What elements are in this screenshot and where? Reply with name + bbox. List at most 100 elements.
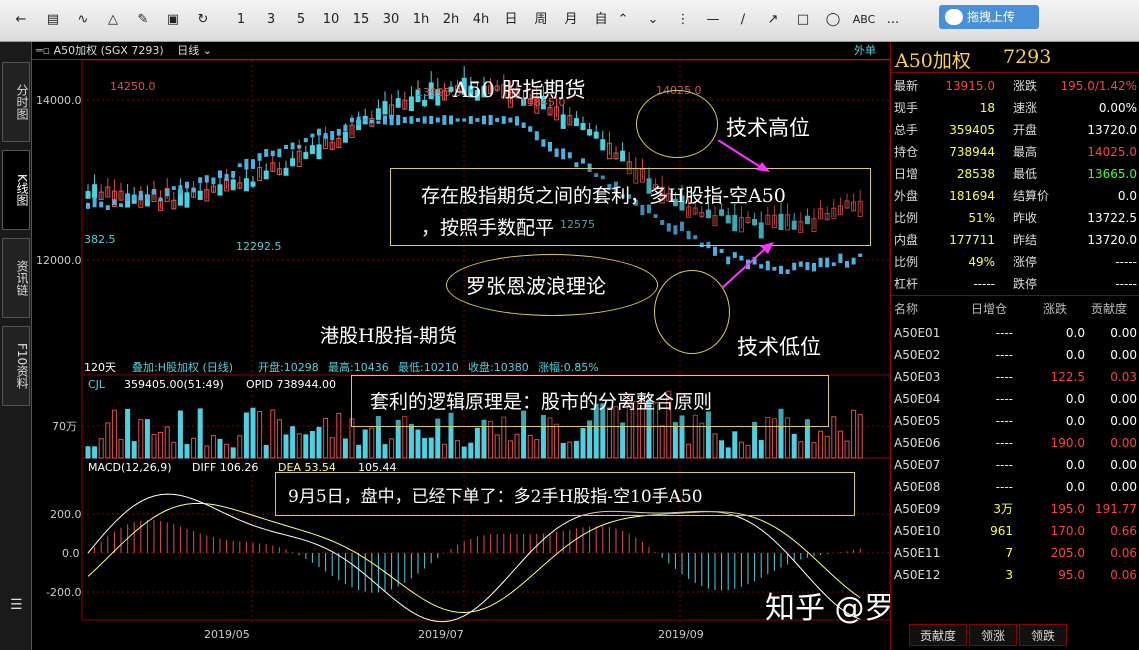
x-tick-label: 2019/05	[204, 628, 250, 641]
draw-icon[interactable]: ✎	[132, 8, 154, 32]
table-row[interactable]: A50E10 961 170.0 0.66	[891, 520, 1139, 542]
period-button-6[interactable]: 1h	[408, 8, 434, 32]
zoom-out-icon[interactable]: ⌄	[642, 8, 664, 32]
arrow-icon[interactable]: ↗	[762, 8, 784, 32]
quote-row: 内盘 177711 昨结 13720.0	[891, 229, 1139, 251]
contract-contrib: 0.03	[1110, 370, 1137, 384]
quote-value: 0.00%	[1098, 101, 1137, 115]
volume-bar	[92, 446, 98, 459]
quote-name: A50加权	[895, 50, 971, 72]
period-button-5[interactable]: 30	[378, 8, 404, 32]
candle	[408, 96, 414, 112]
table-row[interactable]: A50E05 ---- 0.0 0.00	[891, 410, 1139, 432]
candle	[303, 152, 309, 159]
table-row[interactable]: A50E01 ---- 0.0 0.00	[891, 322, 1139, 344]
more-icon[interactable]: ⋮	[672, 8, 694, 32]
save-icon[interactable]: ▣	[162, 8, 184, 32]
volume-bar	[672, 422, 678, 459]
period-button-4[interactable]: 15	[348, 8, 374, 32]
candlestick-icon[interactable]: △	[102, 8, 124, 32]
table-header[interactable]: 涨跌	[1043, 300, 1067, 317]
contract-chg: 0.0	[1065, 480, 1085, 494]
line-chart-icon[interactable]: ∿	[72, 8, 94, 32]
period-button-7[interactable]: 2h	[438, 8, 464, 32]
table-header[interactable]: 日增仓	[971, 300, 1007, 317]
rect-icon[interactable]: □	[792, 8, 814, 32]
table-row[interactable]: A50E03 ---- 122.5 0.03	[891, 366, 1139, 388]
contract-name: A50E12	[894, 568, 941, 582]
quote-row: 最新 13915.0 涨跌 195.0/1.42%	[891, 75, 1139, 97]
table-row[interactable]: A50E08 ---- 0.0 0.00	[891, 476, 1139, 498]
y-tick-label: 14000.0	[36, 94, 82, 107]
contract-contrib: 191.77	[1095, 502, 1137, 516]
period-select[interactable]: 日线 ⌄	[177, 44, 212, 57]
table-row[interactable]: A50E12 3 95.0 0.06	[891, 564, 1139, 586]
table-row[interactable]: A50E04 ---- 0.0 0.00	[891, 388, 1139, 410]
quote-row: 现手 18 速涨 0.00%	[891, 97, 1139, 119]
tab-news[interactable]: 资讯链	[2, 238, 30, 318]
candle	[197, 190, 203, 200]
volume-bar	[758, 440, 764, 459]
volume-bar	[844, 440, 850, 459]
overlay-candle	[567, 152, 572, 159]
table-row[interactable]: A50E07 ---- 0.0 0.00	[891, 454, 1139, 476]
volume-bar	[210, 435, 216, 459]
side-label[interactable]: 外单	[854, 42, 876, 60]
overlay-candle	[277, 148, 282, 158]
period-button-8[interactable]: 4h	[468, 8, 494, 32]
period-button-2[interactable]: 5	[288, 8, 314, 32]
contract-inc: ----	[995, 480, 1013, 494]
segment-icon[interactable]: ∕	[732, 8, 754, 32]
contract-inc: 961	[990, 524, 1013, 538]
tab-kline[interactable]: K线图	[2, 150, 30, 230]
table-header[interactable]: 贡献度	[1091, 300, 1127, 317]
contract-inc: ----	[995, 436, 1013, 450]
overlay-candle	[231, 171, 236, 178]
overlay-candle	[132, 194, 137, 201]
contract-inc: ----	[995, 370, 1013, 384]
list-menu-icon[interactable]: ☰	[10, 597, 23, 613]
quote-value: 51%	[968, 211, 995, 225]
bottom-tab[interactable]: 贡献度	[909, 624, 967, 646]
annotation-title: A50 股指期货	[453, 78, 586, 102]
opid-value: OPID 738944.00	[246, 378, 336, 391]
quote-value: 13720.0	[1087, 233, 1137, 247]
period-button-9[interactable]: 日	[498, 8, 524, 32]
refresh-icon[interactable]: ↻	[192, 8, 214, 32]
table-row[interactable]: A50E06 ---- 190.0 0.00	[891, 432, 1139, 454]
volume-bar	[725, 447, 731, 459]
period-button-12[interactable]: 自	[588, 8, 614, 32]
period-button-3[interactable]: 10	[318, 8, 344, 32]
menu-icon[interactable]: ...	[882, 8, 904, 32]
zoom-in-icon[interactable]: ⌃	[612, 8, 634, 32]
back-arrow-icon[interactable]: ←	[10, 8, 32, 32]
overlay-candle	[462, 118, 467, 122]
text-tool-button[interactable]: ABC	[850, 8, 878, 32]
list-icon[interactable]: ▤	[42, 8, 64, 32]
h-line-icon[interactable]: —	[702, 8, 724, 32]
table-row[interactable]: A50E02 ---- 0.0 0.00	[891, 344, 1139, 366]
tab-timeshare[interactable]: 分时图	[2, 62, 30, 142]
peak-label: 14250.0	[110, 80, 156, 93]
contract-chg: 0.0	[1065, 348, 1085, 362]
volume-bar	[514, 433, 520, 459]
bottom-tab[interactable]: 领跌	[1019, 624, 1067, 646]
candle	[184, 192, 190, 208]
tab-f10[interactable]: F10资料	[2, 326, 30, 406]
bottom-tab[interactable]: 领涨	[969, 624, 1017, 646]
volume-bar	[342, 438, 348, 459]
table-row[interactable]: A50E09 3万 195.0 191.77	[891, 498, 1139, 520]
upload-button[interactable]: 拖拽上传	[939, 5, 1039, 29]
volume-bar	[171, 441, 177, 459]
table-header[interactable]: 名称	[894, 300, 918, 317]
period-button-11[interactable]: 月	[558, 8, 584, 32]
quote-value: 177711	[949, 233, 995, 247]
volume-bar	[270, 409, 276, 459]
table-row[interactable]: A50E11 7 205.0 0.06	[891, 542, 1139, 564]
period-button-1[interactable]: 3	[258, 8, 284, 32]
quote-value: 18	[979, 101, 995, 115]
period-button-10[interactable]: 周	[528, 8, 554, 32]
overlay-candle	[138, 190, 143, 201]
period-button-0[interactable]: 1	[228, 8, 254, 32]
ellipse-icon[interactable]: ◯	[822, 8, 844, 32]
